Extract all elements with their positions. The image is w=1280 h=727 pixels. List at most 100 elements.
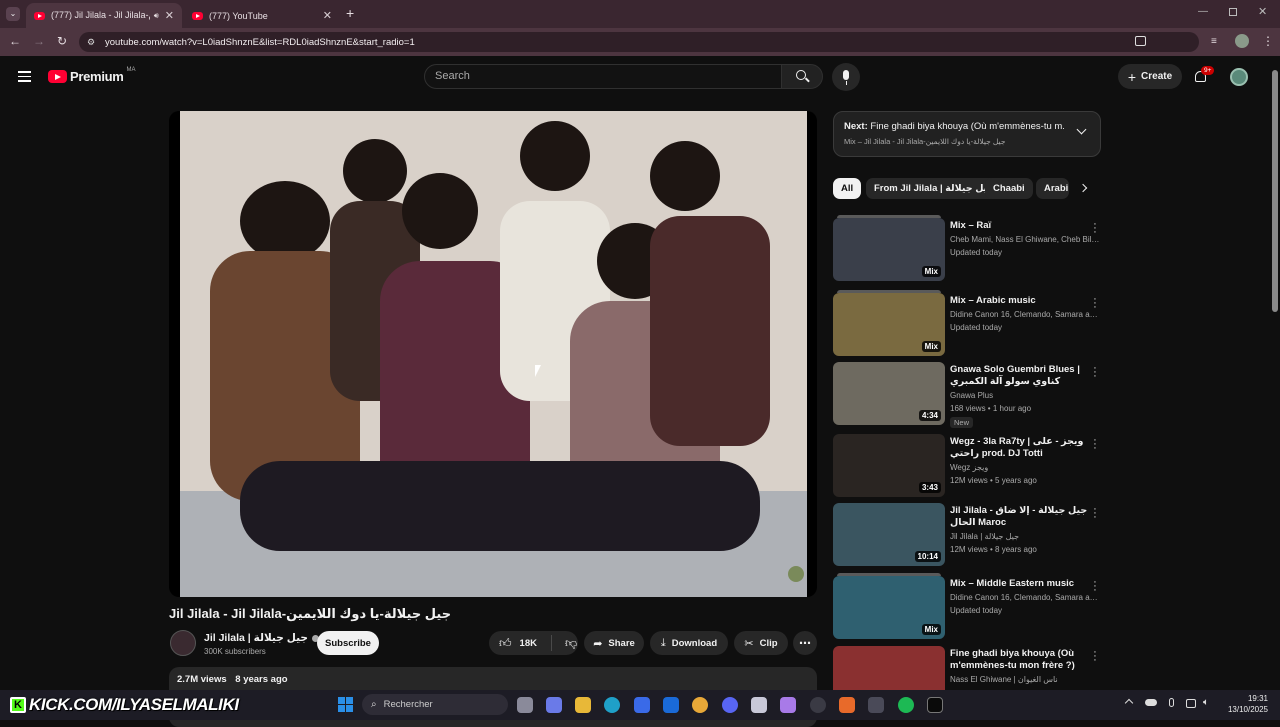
copilot-icon[interactable] — [546, 697, 562, 713]
search-button[interactable] — [781, 64, 823, 89]
address-bar[interactable]: ⚙ youtube.com/watch?v=L0iadShnznE&list=R… — [79, 32, 1199, 52]
edge-browser-icon[interactable] — [604, 697, 620, 713]
video-player[interactable] — [169, 111, 817, 597]
account-avatar[interactable] — [1230, 68, 1248, 86]
voice-search-button[interactable] — [832, 63, 860, 91]
file-explorer-icon[interactable] — [575, 697, 591, 713]
download-icon: ⤓ — [660, 636, 666, 649]
microsoft-store-icon[interactable] — [634, 697, 650, 713]
more-options-icon[interactable]: · · · — [1090, 435, 1100, 454]
video-thumbnail[interactable]: Mix — [833, 576, 945, 639]
more-options-icon[interactable]: · · · — [1090, 647, 1100, 666]
more-options-icon[interactable]: · · · — [1090, 363, 1100, 382]
speaker-icon[interactable]: 🔊︎ — [154, 11, 159, 21]
audio-app-icon[interactable] — [868, 697, 884, 713]
site-info-icon[interactable]: ⚙ — [87, 37, 95, 48]
recommendation-title: Jil Jilala - جيل جيلالة - إلا ضاق الحال … — [950, 505, 1088, 528]
forward-arrow-icon[interactable]: → — [33, 34, 45, 48]
install-app-icon[interactable] — [1135, 36, 1146, 46]
channel-name[interactable]: Jil Jilala | جيل جيلالة — [204, 632, 308, 644]
video-thumbnail[interactable]: 3:43 — [833, 434, 945, 497]
reload-icon[interactable]: ↻ — [57, 34, 67, 48]
task-view-icon[interactable] — [517, 697, 533, 713]
browser-tab[interactable]: (777) YouTube ✕ — [184, 3, 340, 28]
outlook-icon[interactable] — [663, 697, 679, 713]
taskbar-search-box[interactable]: ⌕ Rechercher — [362, 694, 508, 715]
close-window-button[interactable]: ✕ — [1258, 5, 1267, 18]
design-app-icon[interactable] — [839, 697, 855, 713]
recommendation-status: Updated today — [950, 248, 1003, 257]
chip-chaabi[interactable]: Chaabi — [985, 178, 1033, 199]
tab-search-button[interactable]: ⌄ — [6, 7, 20, 21]
recommendation-status: Updated today — [950, 606, 1003, 615]
search-input[interactable]: Search — [424, 64, 782, 89]
more-options-icon[interactable]: · · · — [1090, 504, 1100, 523]
recommendation-item[interactable]: Mix Mix – Arabic music Didine Canon 16, … — [833, 290, 1103, 361]
more-options-icon[interactable]: · · · — [1090, 219, 1100, 238]
close-tab-icon[interactable]: ✕ — [165, 9, 174, 22]
youtube-logo[interactable]: Premium MA — [48, 67, 136, 84]
recommendation-status: Updated today — [950, 323, 1003, 332]
capcut-icon[interactable] — [927, 697, 943, 713]
discord-icon[interactable] — [722, 697, 738, 713]
like-button[interactable]: 👍︎ 18K — [489, 631, 537, 655]
video-thumbnail[interactable] — [833, 646, 945, 690]
chevron-down-icon[interactable] — [1076, 124, 1087, 135]
recommendation-item[interactable]: Mix Mix – Middle Eastern music Didine Ca… — [833, 573, 1103, 644]
chip-all[interactable]: All — [833, 178, 862, 199]
new-tab-button[interactable]: + — [346, 5, 354, 21]
start-button[interactable] — [338, 697, 353, 712]
profile-avatar[interactable] — [1235, 34, 1249, 48]
gaming-app-icon[interactable] — [780, 697, 796, 713]
browser-menu-icon[interactable]: ⋮ — [1262, 34, 1274, 48]
maximize-button[interactable] — [1229, 8, 1237, 16]
share-button[interactable]: ➦ Share — [584, 631, 644, 655]
recommendation-item[interactable]: 3:43 Wegz - 3la Ra7ty | ويجز - على راحتي… — [833, 434, 1103, 502]
chevron-right-icon[interactable] — [1078, 183, 1088, 193]
channel-name-row[interactable]: Jil Jilala | جيل جيلالة — [204, 632, 319, 644]
more-options-icon[interactable]: · · · — [1090, 294, 1100, 313]
clip-button[interactable]: ✂ Clip — [734, 631, 788, 655]
clock[interactable]: 19:31 13/10/2025 — [1222, 693, 1268, 715]
photos-app-icon[interactable] — [751, 697, 767, 713]
thumbs-down-icon: 👎︎ — [564, 635, 578, 650]
dislike-button[interactable]: 👎︎ — [565, 636, 577, 651]
playlist-next-panel[interactable]: Next: Fine ghadi biya khouya (Où m'emmèn… — [833, 111, 1101, 157]
spotify-icon[interactable] — [898, 697, 914, 713]
recommendation-title: Wegz - 3la Ra7ty | ويجز - على راحتي prod… — [950, 436, 1084, 459]
page-scrollbar[interactable] — [1270, 56, 1280, 690]
browser-tab-active[interactable]: (777) Jil Jilala - Jil Jilala-جيل جيلالة… — [26, 3, 182, 28]
media-control-icon[interactable]: ≡ — [1211, 36, 1217, 47]
chip-from-channel[interactable]: From Jil Jilala | جيل جيلالة — [866, 178, 1003, 199]
back-arrow-icon[interactable]: ← — [9, 34, 21, 48]
more-options-icon[interactable]: · · · — [1090, 577, 1100, 596]
video-thumbnail[interactable]: 4:34 — [833, 362, 945, 425]
scrollbar-thumb[interactable] — [1272, 70, 1278, 312]
recommendation-item[interactable]: 4:34 Gnawa Solo Guembri Blues | كناوي سو… — [833, 362, 1103, 430]
notifications-button[interactable]: 9+ — [1193, 66, 1215, 86]
recommendation-item[interactable]: Mix Mix – Raï Cheb Mami, Nass El Ghiwane… — [833, 215, 1103, 286]
obs-studio-icon[interactable] — [810, 697, 826, 713]
video-thumbnail[interactable]: Mix — [833, 293, 945, 356]
mouse-cursor-icon — [535, 365, 541, 377]
more-actions-button[interactable]: ⋯ — [793, 631, 817, 655]
video-thumbnail[interactable]: 10:14 — [833, 503, 945, 566]
minimize-button[interactable]: — — [1198, 6, 1208, 17]
network-icon[interactable] — [1186, 699, 1196, 708]
chrome-icon[interactable] — [692, 697, 708, 713]
like-dislike-group: 👍︎ 18K 👎︎ — [489, 631, 578, 655]
video-thumbnail[interactable]: Mix — [833, 218, 945, 281]
duration-badge: 10:14 — [914, 551, 941, 562]
download-button[interactable]: ⤓ Download — [650, 631, 728, 655]
recommendation-item[interactable]: 10:14 Jil Jilala - جيل جيلالة - إلا ضاق … — [833, 503, 1103, 571]
close-tab-icon[interactable]: ✕ — [323, 9, 332, 22]
channel-avatar[interactable] — [170, 630, 196, 656]
volume-icon[interactable]: 🔈︎ — [1203, 697, 1209, 708]
cloud-icon[interactable] — [1145, 699, 1157, 706]
chip-arabic[interactable]: Arabi — [1036, 178, 1069, 199]
create-button[interactable]: + Create — [1118, 64, 1182, 89]
subscribe-button[interactable]: Subscribe — [317, 631, 379, 655]
recommendation-item[interactable]: Fine ghadi biya khouya (Où m'emmènes-tu … — [833, 646, 1103, 690]
hamburger-menu-icon[interactable] — [18, 71, 31, 82]
microphone-tray-icon[interactable] — [1169, 698, 1174, 707]
